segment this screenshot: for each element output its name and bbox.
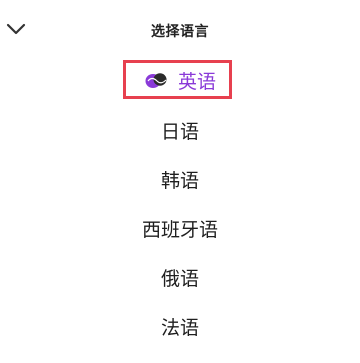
language-label: 法语 bbox=[160, 316, 199, 339]
language-item-russian[interactable]: 俄语 bbox=[0, 257, 360, 297]
checkmark-heart-icon bbox=[144, 70, 168, 90]
language-item-japanese[interactable]: 日语 bbox=[0, 110, 360, 150]
page-title: 选择语言 bbox=[151, 24, 209, 40]
language-label: 西班牙语 bbox=[141, 218, 218, 241]
header: 选择语言 bbox=[0, 0, 360, 62]
language-label: 韩语 bbox=[160, 169, 199, 192]
language-item-french[interactable]: 法语 bbox=[0, 306, 360, 346]
language-label: 日语 bbox=[160, 120, 199, 143]
language-item-english[interactable]: 英语 bbox=[0, 60, 360, 100]
language-label: 俄语 bbox=[160, 267, 199, 290]
language-item-spanish[interactable]: 西班牙语 bbox=[0, 208, 360, 248]
language-item-korean[interactable]: 韩语 bbox=[0, 159, 360, 199]
language-label: 英语 bbox=[177, 70, 216, 93]
